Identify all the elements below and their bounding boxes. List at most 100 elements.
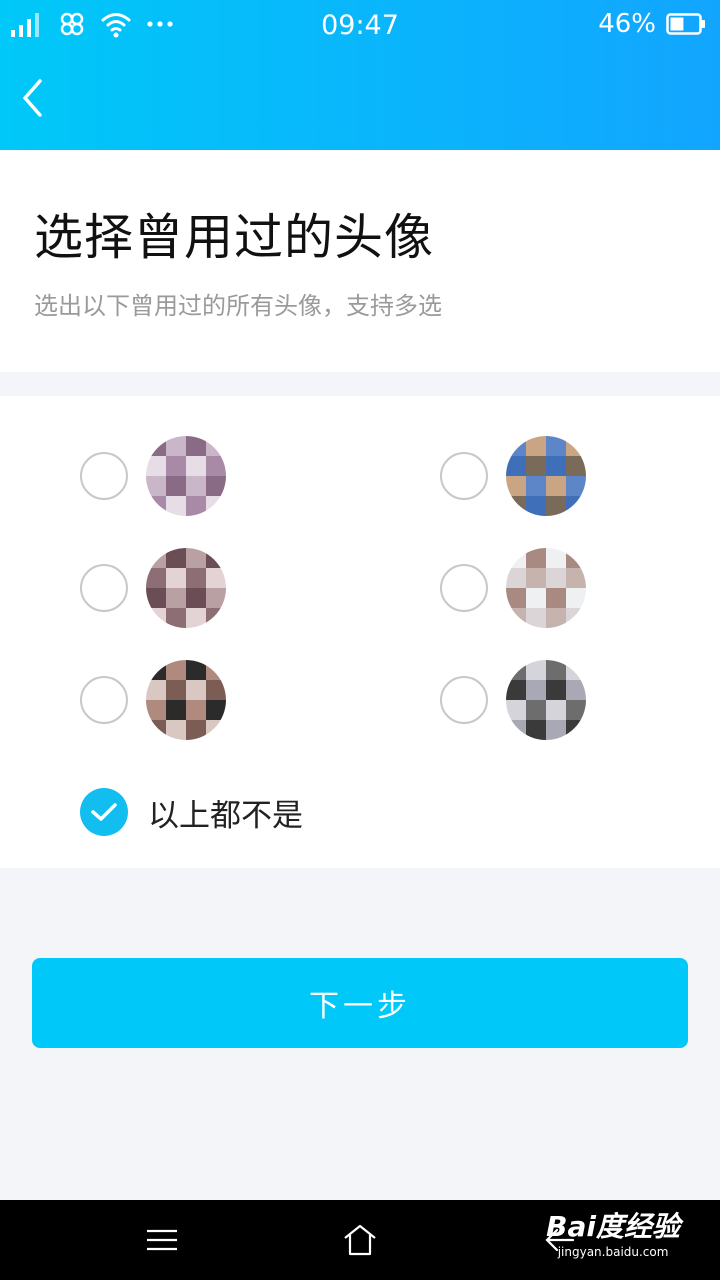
avatar-pixel [166,568,186,588]
avatar-pixel [506,680,526,700]
avatar-pixel [546,588,566,608]
avatar-option-1[interactable] [80,436,226,516]
avatar-pixel [206,436,226,456]
next-button[interactable]: 下一步 [32,958,688,1048]
avatar-pixel [186,660,206,680]
none-of-above-label: 以上都不是 [148,797,303,834]
none-of-above-option[interactable]: 以上都不是 [80,788,303,836]
avatar-pixel [566,456,586,476]
menu-icon [147,1229,177,1251]
avatar-pixel [526,660,546,680]
avatar-pixel [566,608,586,628]
home-button[interactable] [340,1220,380,1260]
watermark-main: Bai度经验 [546,1210,680,1243]
avatar-pixel [146,548,166,568]
avatar-pixel [546,496,566,516]
avatar [146,436,226,516]
avatar-pixel [566,660,586,680]
avatar-pixel [526,436,546,456]
avatar-pixel [206,680,226,700]
avatar-pixel [206,548,226,568]
avatar-option-2[interactable] [440,436,586,516]
avatar-pixel [526,700,546,720]
avatar-pixel [506,568,526,588]
avatar-pixel [166,476,186,496]
avatar-pixel [166,588,186,608]
avatar-pixel [506,660,526,680]
avatar-option-5[interactable] [80,660,226,740]
battery-percent: 46% [598,9,656,39]
avatar-pixel [206,700,226,720]
radio-button[interactable] [440,676,488,724]
avatar-pixel [146,720,166,740]
avatar-pixel [546,720,566,740]
avatar-pixel [186,568,206,588]
page-subtitle: 选出以下曾用过的所有头像，支持多选 [34,292,442,320]
status-bar: 09:47 46% [0,0,720,52]
radio-button[interactable] [440,452,488,500]
radio-button[interactable] [80,452,128,500]
avatar-pixel [526,608,546,628]
avatar-pixel [546,660,566,680]
back-button[interactable] [12,74,52,122]
avatar-pixel [206,476,226,496]
avatar-pixel [546,436,566,456]
avatar-pixel [146,496,166,516]
radio-button[interactable] [80,564,128,612]
avatar-pixel [506,720,526,740]
avatar-pixel [186,436,206,456]
avatar-pixel [526,548,546,568]
avatar-pixel [526,476,546,496]
avatar-pixel [506,588,526,608]
radio-button[interactable] [440,564,488,612]
avatar-pixel [546,476,566,496]
avatar-pixel [566,700,586,720]
avatar-option-4[interactable] [440,548,586,628]
avatar-pixel [566,588,586,608]
avatar-pixel [546,608,566,628]
chevron-left-icon [23,79,42,117]
avatar-pixel [566,548,586,568]
avatar-pixel [546,568,566,588]
avatar-pixel [186,496,206,516]
avatar-pixel [506,456,526,476]
avatar-pixel [166,436,186,456]
avatar-pixel [146,476,166,496]
avatar-pixel [546,548,566,568]
status-right: 46% [598,8,706,40]
avatar-options: 以上都不是 [0,396,720,868]
avatar-pixel [146,436,166,456]
avatar-pixel [526,680,546,700]
radio-button[interactable] [80,676,128,724]
avatar-pixel [166,680,186,700]
avatar-option-3[interactable] [80,548,226,628]
page-title: 选择曾用过的头像 [34,209,435,266]
avatar-pixel [506,608,526,628]
avatar-pixel [186,608,206,628]
avatar-pixel [146,680,166,700]
avatar-option-6[interactable] [440,660,586,740]
avatar-pixel [546,456,566,476]
avatar-pixel [146,568,166,588]
menu-button[interactable] [142,1220,182,1260]
avatar-pixel [526,720,546,740]
avatar-pixel [166,660,186,680]
avatar-pixel [166,700,186,720]
baidu-watermark: Bai度经验 jingyan.baidu.com [546,1205,680,1259]
avatar-pixel [186,456,206,476]
avatar-pixel [166,456,186,476]
avatar-pixel [146,588,166,608]
avatar-pixel [526,456,546,476]
avatar-pixel [566,436,586,456]
avatar-pixel [566,476,586,496]
avatar-pixel [166,548,186,568]
avatar-pixel [166,608,186,628]
avatar-pixel [186,588,206,608]
avatar-pixel [566,680,586,700]
avatar-pixel [206,608,226,628]
avatar-pixel [526,568,546,588]
avatar [506,548,586,628]
avatar-pixel [206,496,226,516]
avatar-pixel [506,436,526,456]
radio-button-checked[interactable] [80,788,128,836]
